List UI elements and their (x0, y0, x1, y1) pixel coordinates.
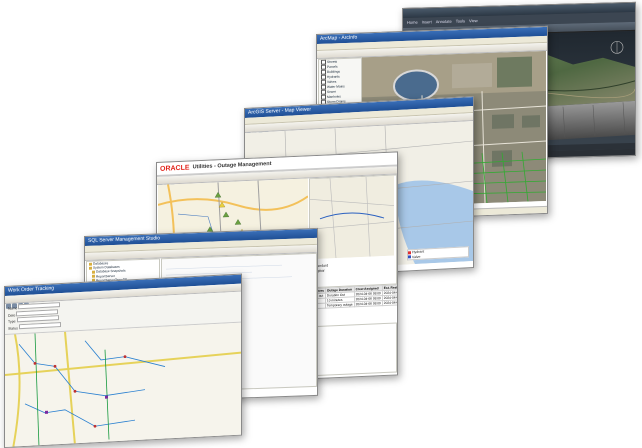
form-label: Status (8, 325, 18, 331)
valve-icon (408, 255, 411, 259)
field-title: Work Order Tracking (8, 285, 55, 294)
map-title: ArcGIS Server - Map Viewer (248, 106, 311, 116)
field-network-map[interactable] (5, 322, 241, 448)
oracle-logo: ORACLE (160, 164, 190, 173)
form-label: Type (8, 319, 16, 324)
layer-label: Water Mains (327, 84, 345, 89)
table-cell: Temporary outage (325, 301, 355, 309)
legend-label: Valve (412, 254, 421, 259)
oracle-side-panel: Standard Topbar (309, 174, 397, 289)
folder-icon (92, 270, 95, 274)
folder-icon (92, 274, 95, 278)
tab-view[interactable]: View (469, 16, 478, 26)
field-map-window: Work Order Tracking Name Date Type Statu… (4, 273, 242, 448)
tab-home[interactable]: Home (407, 18, 418, 28)
aerial-title: ArcMap - ArcInfo (320, 34, 358, 42)
oracle-app-title: Utilities - Outage Management (192, 160, 272, 171)
status-field[interactable] (18, 321, 61, 329)
hydrant-icon (408, 250, 411, 254)
sql-title: SQL Server Management Studio (88, 235, 161, 244)
tab-tools[interactable]: Tools (456, 16, 465, 26)
layer-label: Sewer (327, 89, 337, 94)
layer-label: Valves (327, 79, 337, 84)
layer-label: Hydrants (327, 74, 340, 79)
table-cell: 2024-04-06 11:00 (382, 299, 398, 306)
tab-insert[interactable]: Insert (422, 17, 432, 27)
overview-map[interactable] (309, 175, 395, 260)
tab-annotate[interactable]: Annotate (436, 17, 452, 27)
table-cell: 2024-04-06 09:00 (354, 300, 383, 307)
